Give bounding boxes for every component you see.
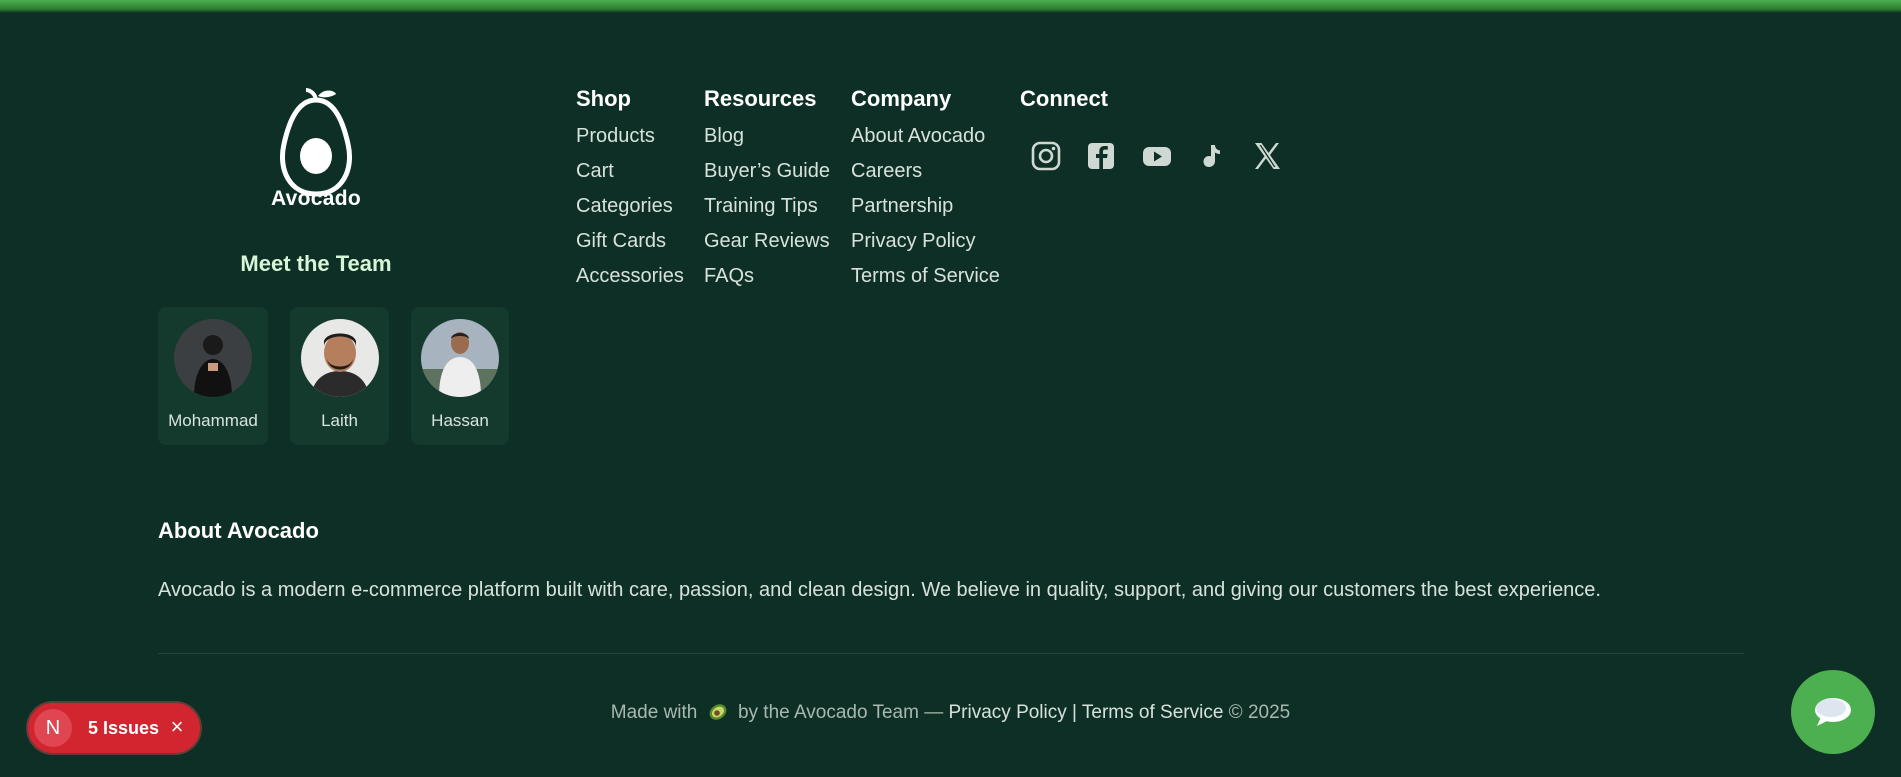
team-title: Meet the Team <box>240 251 392 276</box>
footer-link-gift-cards[interactable]: Gift Cards <box>576 231 684 266</box>
column-title: Shop <box>576 86 631 111</box>
footer-link-partnership[interactable]: Partnership <box>851 196 1000 231</box>
footer-column-company: Company About Avocado Careers Partnershi… <box>851 86 1000 286</box>
team-member-card[interactable]: Hassan <box>411 307 509 445</box>
column-title: Resources <box>704 86 817 111</box>
bottom-privacy-link[interactable]: Privacy Policy <box>949 702 1067 723</box>
footer-column-shop: Shop Products Cart Categories Gift Cards… <box>576 86 684 286</box>
made-with-text: Made with <box>610 702 698 723</box>
chat-button[interactable] <box>1791 670 1875 754</box>
about-title: About Avocado <box>158 518 319 543</box>
footer-link-terms[interactable]: Terms of Service <box>851 266 1000 301</box>
avatar <box>301 319 379 397</box>
person-photo-icon <box>421 319 499 397</box>
chat-bubble-icon <box>1815 698 1851 726</box>
avocado-emoji-icon <box>707 701 729 727</box>
footer-link-privacy[interactable]: Privacy Policy <box>851 231 1000 266</box>
avatar <box>174 319 252 397</box>
footer-link-careers[interactable]: Careers <box>851 161 1000 196</box>
person-photo-icon <box>174 319 252 397</box>
youtube-icon[interactable] <box>1141 140 1173 172</box>
copyright: © 2025 <box>1228 702 1291 723</box>
top-accent-bar <box>0 0 1901 13</box>
separator: | <box>1072 702 1077 723</box>
column-title: Connect <box>1020 86 1108 111</box>
footer-bottom-line: Made with by the Avocado Team — Privacy … <box>0 701 1901 727</box>
team-member-name: Hassan <box>431 411 489 430</box>
footer-column-resources: Resources Blog Buyer’s Guide Training Ti… <box>704 86 830 286</box>
footer-link-about[interactable]: About Avocado <box>851 126 1000 161</box>
team-member-card[interactable]: Mohammad <box>158 307 268 445</box>
x-icon[interactable] <box>1251 140 1283 172</box>
footer-link-faqs[interactable]: FAQs <box>704 266 830 301</box>
about-text: Avocado is a modern e-commerce platform … <box>158 579 1601 601</box>
footer-link-training-tips[interactable]: Training Tips <box>704 196 830 231</box>
facebook-icon[interactable] <box>1085 140 1117 172</box>
team-member-name: Laith <box>321 411 358 430</box>
footer-link-blog[interactable]: Blog <box>704 126 830 161</box>
tiktok-icon[interactable] <box>1196 140 1228 172</box>
issues-avatar: N <box>34 709 72 747</box>
footer-column-connect: Connect <box>1020 86 1108 112</box>
team-member-name: Mohammad <box>168 411 258 430</box>
brand-name: Avocado <box>270 187 361 210</box>
issues-badge[interactable]: N 5 Issues × <box>28 703 200 753</box>
by-team-text: by the Avocado Team — <box>737 702 944 723</box>
column-title: Company <box>851 86 952 111</box>
footer-link-buyers-guide[interactable]: Buyer’s Guide <box>704 161 830 196</box>
footer-link-products[interactable]: Products <box>576 126 684 161</box>
instagram-icon[interactable] <box>1030 140 1062 172</box>
footer-link-gear-reviews[interactable]: Gear Reviews <box>704 231 830 266</box>
person-photo-icon <box>301 319 379 397</box>
footer-divider <box>158 653 1744 654</box>
avatar <box>421 319 499 397</box>
footer-link-categories[interactable]: Categories <box>576 196 684 231</box>
bottom-terms-link[interactable]: Terms of Service <box>1082 702 1223 723</box>
issues-label: 5 Issues <box>88 718 160 738</box>
close-icon[interactable]: × <box>165 715 189 739</box>
footer-link-cart[interactable]: Cart <box>576 161 684 196</box>
team-member-card[interactable]: Laith <box>290 307 389 445</box>
footer-link-accessories[interactable]: Accessories <box>576 266 684 301</box>
